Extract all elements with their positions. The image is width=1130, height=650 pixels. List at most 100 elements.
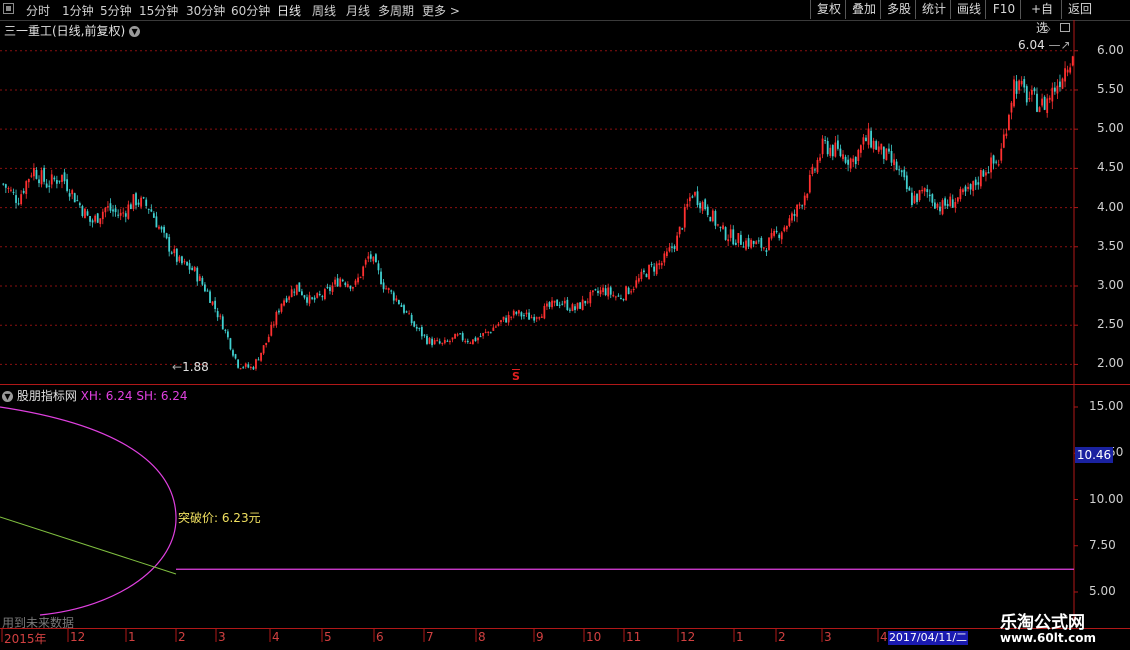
candle-body [612,294,615,297]
candle-body [104,207,107,213]
candle-body [395,298,398,301]
candle-body [895,161,898,170]
candle-body [548,302,551,307]
candle-body [397,300,400,305]
price-tick-label: 2.50 [1097,317,1124,332]
candle-body [7,188,10,190]
candle-body [423,334,426,336]
price-chart [0,20,1130,385]
candle-body [523,315,525,317]
candle-body [352,286,354,289]
candle-body [10,189,12,191]
candle-body [61,174,63,182]
candle-body [290,289,293,298]
candle-body [655,263,658,275]
candle-body [303,295,306,298]
candle-body [558,304,561,306]
candle-body [928,194,931,197]
candle-body [344,282,347,286]
candle-body [193,267,196,271]
candle-body [829,147,832,156]
candle-body [68,193,71,197]
candle-body [298,282,301,292]
candle-body [232,350,234,356]
candle-body [755,241,758,245]
candle-body [727,239,730,242]
candle-body [155,216,158,228]
candle-body [272,324,275,326]
candle-body [237,359,239,368]
candle-body [806,193,809,198]
candle-body [426,335,428,344]
candle-body [1046,98,1049,113]
candle-body [911,192,913,205]
candle-body [288,296,291,300]
candle-body [635,280,638,288]
candle-body [204,284,206,292]
candle-body [819,157,821,161]
price-tick-label: 4.50 [1097,160,1124,175]
candle-body [438,341,441,344]
candle-body [770,233,773,239]
candle-body [811,166,814,175]
candle-body [602,287,604,293]
candle-body [880,143,883,150]
candle-body [489,332,492,334]
candle-body [1069,67,1072,73]
candle-body [673,246,676,249]
candle-body [408,313,411,315]
candle-body [107,206,109,208]
candle-body [367,256,370,259]
candle-body [1023,79,1026,88]
candle-body [676,235,679,251]
candle-body [660,263,663,266]
candle-body [959,189,962,200]
candle-body [84,208,86,219]
candle-body [921,189,924,192]
candle-body [329,287,331,291]
candle-body [160,226,163,230]
candle-body [301,291,303,296]
candle-body [964,186,967,192]
candle-body [1005,133,1008,136]
candle-body [962,189,964,193]
candle-body [691,196,694,198]
candle-body [724,227,727,240]
candle-body [768,237,770,251]
candle-body [341,279,344,282]
candle-body [939,206,941,212]
candle-body [834,142,837,157]
candle-body [505,317,507,323]
candle-body [1051,87,1054,102]
candle-body [22,190,25,193]
candle-body [844,156,847,163]
candle-body [510,316,513,318]
candle-body [96,213,99,223]
candle-body [201,277,204,285]
candle-body [275,311,278,325]
candle-body [719,226,722,228]
candle-body [15,195,17,203]
candle-body [433,340,436,345]
low-label: 1.88 [182,360,209,374]
candle-body [706,206,709,216]
date-tick-label: 4 [272,630,280,644]
candle-body [916,193,918,202]
candle-body [295,284,298,295]
candle-body [183,261,186,263]
candle-body [20,194,23,205]
candle-body [839,148,842,157]
watermark-url: www.60lt.com [1000,631,1097,645]
indicator-tick-label: 10.00 [1089,491,1124,506]
candle-body [418,327,421,329]
selected-date[interactable]: 2017/04/11/二 [888,631,968,645]
candle-body [451,337,454,340]
candle-body [252,367,255,370]
candle-body [620,298,622,300]
date-tick-label: 12 [680,630,696,644]
candle-body [1033,88,1036,92]
candle-body [1066,69,1069,73]
candle-body [331,285,334,292]
candle-body [701,201,704,211]
candle-body [918,190,921,201]
